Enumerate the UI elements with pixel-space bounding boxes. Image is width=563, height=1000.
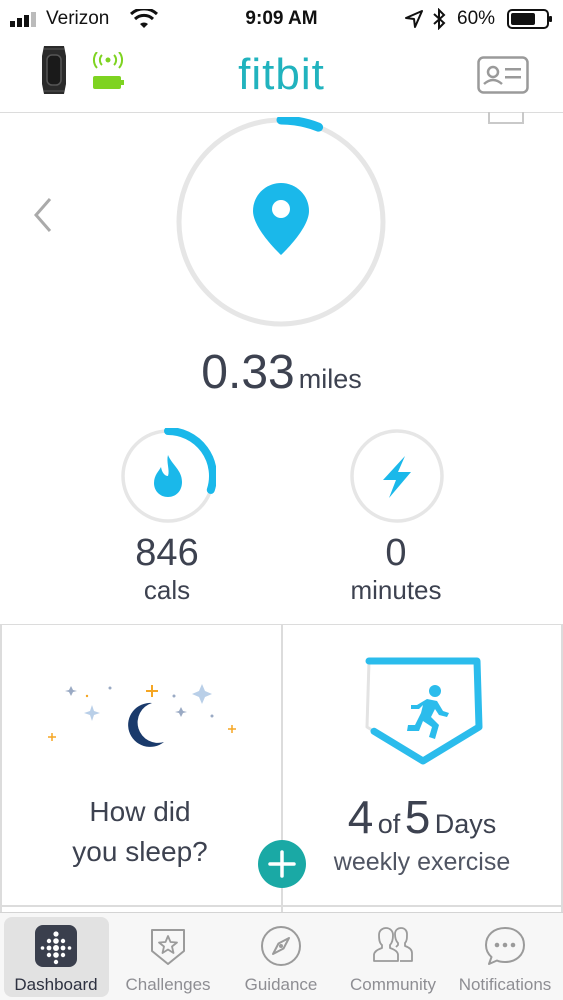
exercise-of: of (377, 809, 401, 839)
distance-ring[interactable] (176, 117, 386, 327)
calories-unit: cals (143, 575, 191, 605)
moon-stars-icon (48, 684, 236, 747)
compass-icon (261, 926, 301, 966)
sleep-prompt[interactable]: How did you sleep? (20, 792, 260, 872)
tab-label-challenges: Challenges (125, 975, 211, 994)
tab-label-guidance: Guidance (244, 975, 318, 994)
distance-progress-arc (276, 117, 324, 132)
calories-ring[interactable] (120, 428, 216, 524)
bluetooth-icon (433, 8, 446, 30)
active-minutes-ring[interactable] (349, 428, 445, 524)
minutes-unit: minutes (350, 575, 442, 605)
tiles-bottom-border (0, 905, 563, 907)
chevron-left-icon[interactable] (30, 196, 56, 234)
people-icon (373, 927, 413, 962)
speech-bubble-icon (485, 927, 525, 965)
tab-notifications[interactable]: Notifications (449, 913, 561, 1000)
runner-shield-icon (365, 657, 483, 765)
tab-label-dashboard: Dashboard (14, 975, 98, 994)
runner-icon (407, 685, 449, 739)
tab-label-community: Community (350, 975, 436, 994)
tab-dashboard[interactable]: Dashboard (0, 913, 112, 1000)
exercise-period: Days (434, 809, 497, 839)
flame-icon (154, 455, 182, 497)
plus-icon (268, 850, 296, 878)
tab-label-notifications: Notifications (458, 975, 552, 994)
exercise-label: weekly exercise (333, 848, 511, 876)
calories-value: 846 (135, 532, 199, 574)
tab-bar: Dashboard Challenges Guidance Community … (0, 912, 563, 1000)
profile-card-icon[interactable] (477, 56, 529, 94)
app-header: fitbit (0, 38, 563, 113)
sleep-prompt-line1: How did (89, 796, 191, 827)
dashboard-icon (35, 925, 77, 967)
location-pin-icon (253, 183, 309, 255)
tab-challenges[interactable]: Challenges (112, 913, 224, 1000)
location-arrow-icon (405, 10, 423, 28)
add-button[interactable] (258, 840, 306, 888)
star-shield-icon (151, 929, 185, 965)
distance-value: 0.33 (201, 346, 295, 399)
battery-icon (507, 9, 552, 29)
next-card-hint (488, 112, 524, 124)
minutes-value: 0 (385, 532, 407, 574)
tab-guidance[interactable]: Guidance (225, 913, 337, 1000)
lightning-icon (383, 456, 411, 498)
battery-percent: 60% (457, 8, 496, 29)
distance-readout: 0.33 miles (0, 345, 563, 400)
distance-unit: miles (298, 364, 362, 394)
tab-community[interactable]: Community (337, 913, 449, 1000)
sleep-prompt-line2: you sleep? (72, 836, 208, 867)
exercise-count: 4 (347, 791, 374, 843)
status-bar: Verizon 9:09 AM 60% (0, 0, 563, 38)
exercise-total: 5 (404, 791, 431, 843)
exercise-progress-readout: 4 of 5 Days (282, 790, 562, 844)
